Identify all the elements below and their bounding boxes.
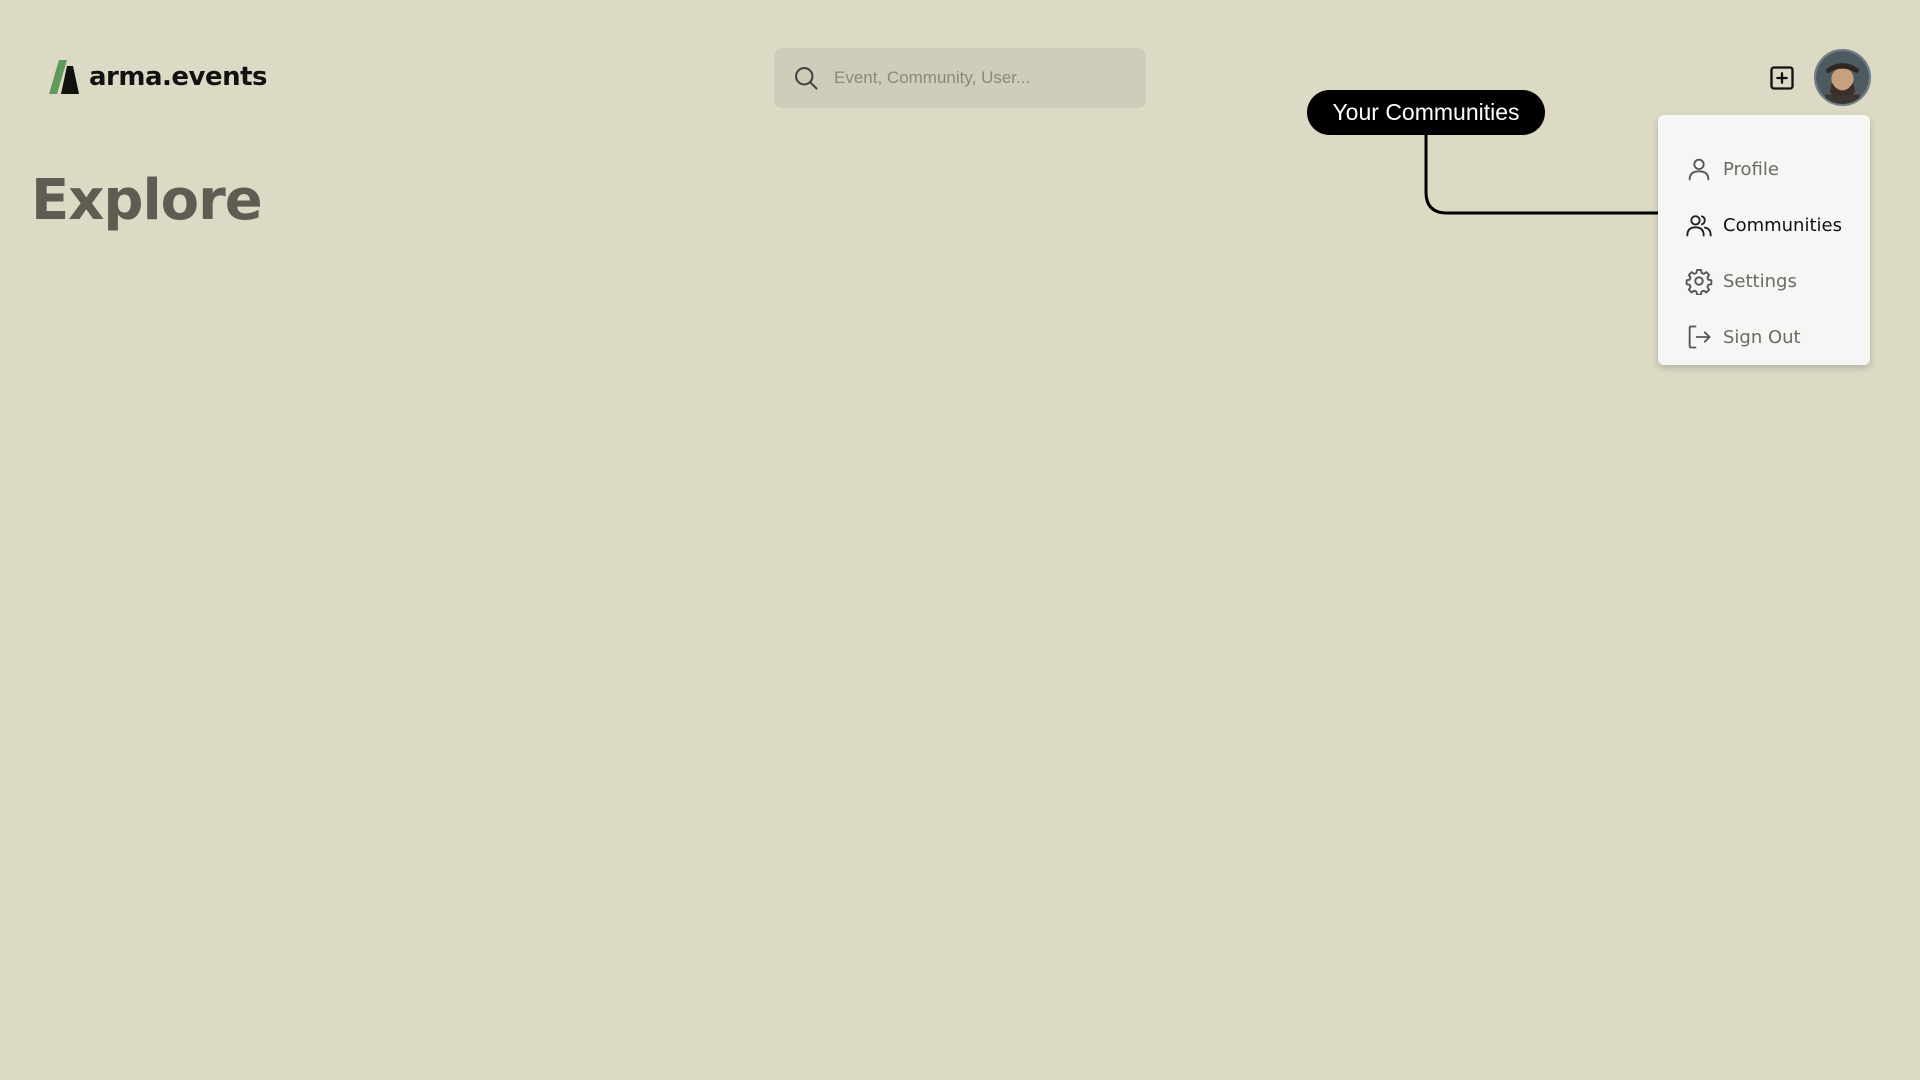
user-dropdown-menu: Profile Communities Settings Sign Out <box>1658 115 1870 365</box>
create-button[interactable] <box>1767 63 1797 93</box>
search-icon <box>795 67 818 90</box>
menu-item-label: Profile <box>1723 158 1779 180</box>
page: arma.events Explore Your Commu <box>0 0 1920 1080</box>
search-bar[interactable] <box>774 48 1146 108</box>
avatar[interactable] <box>1814 49 1871 106</box>
tooltip-callout: Your Communities <box>1307 90 1545 135</box>
menu-item-label: Sign Out <box>1723 326 1801 348</box>
plus-square-icon <box>1770 66 1794 90</box>
user-avatar-image <box>1816 51 1869 104</box>
sign-out-icon <box>1688 325 1711 349</box>
menu-item-label: Communities <box>1723 214 1842 236</box>
menu-item-communities[interactable]: Communities <box>1658 197 1870 253</box>
search-input[interactable] <box>834 68 1124 88</box>
gear-icon <box>1685 268 1713 295</box>
brand-logo[interactable]: arma.events <box>49 60 268 94</box>
menu-item-sign-out[interactable]: Sign Out <box>1658 309 1870 365</box>
menu-item-label: Settings <box>1723 270 1797 292</box>
callout-connector <box>1424 135 1675 217</box>
brand-name: arma.events <box>89 62 268 92</box>
logo-mark-icon <box>49 60 79 94</box>
page-title: Explore <box>31 168 263 233</box>
menu-item-settings[interactable]: Settings <box>1658 253 1870 309</box>
menu-item-profile[interactable]: Profile <box>1658 141 1870 197</box>
user-icon <box>1688 158 1710 181</box>
users-icon <box>1686 215 1712 237</box>
